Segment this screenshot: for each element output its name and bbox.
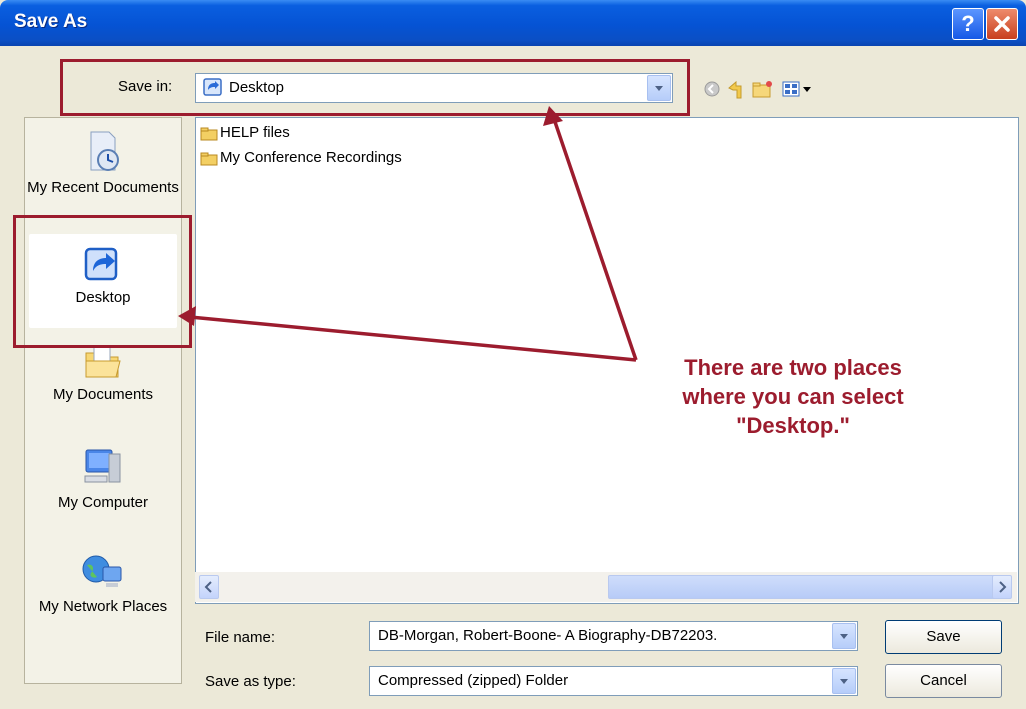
save-as-dialog: Save As ? Save in: Desktop My Recent Doc… — [0, 0, 1026, 709]
annotation-line: There are two places — [684, 355, 902, 380]
annotation-line: where you can select — [682, 384, 904, 409]
annotation-text: There are two places where you can selec… — [628, 353, 958, 440]
annotation-line: "Desktop." — [736, 413, 850, 438]
